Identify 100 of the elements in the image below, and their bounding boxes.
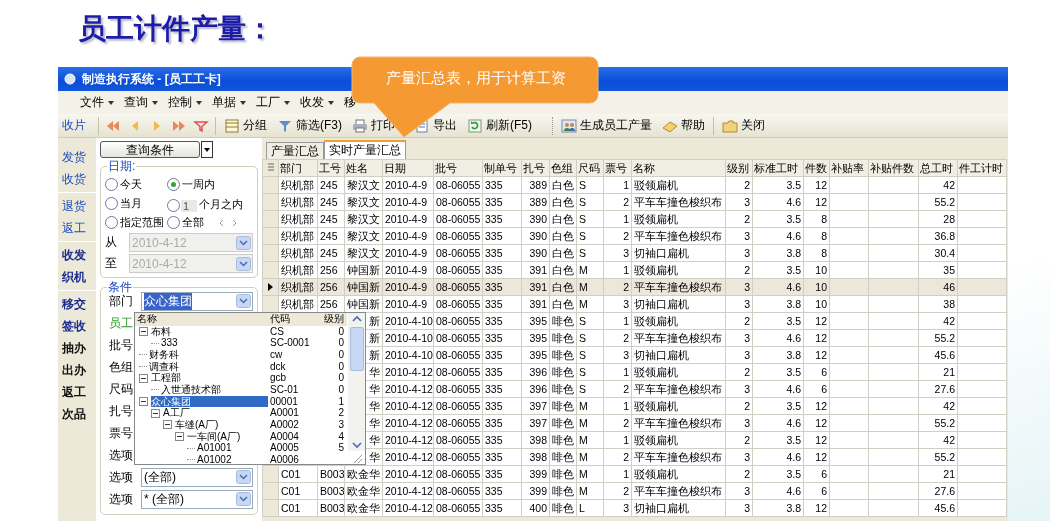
scroll-down-icon[interactable] [349,439,364,451]
table-cell: 28 [918,210,958,228]
column-header[interactable]: 批号 [433,159,483,177]
sidebar-link[interactable]: 收发 [58,244,96,266]
column-header[interactable]: 总工时 [918,159,958,177]
sidebar-link[interactable]: 移交 [58,293,96,315]
tree-item[interactable]: A工厂 A0001 2 [135,407,347,419]
sidebar-link[interactable]: 抽办 [58,337,96,359]
dropdown-button[interactable] [201,141,213,158]
scrollbar-thumb[interactable] [349,327,364,371]
toolbar-button[interactable]: 关闭 [720,116,767,135]
tree-item[interactable]: 工程部 gcb 0 [135,372,347,384]
tree-item[interactable]: 333 SC-0001 0 [135,337,347,349]
tree-item[interactable]: 众心集团 00001 1 [135,395,347,408]
query-button[interactable]: 查询条件 [100,141,200,158]
resize-grip-icon[interactable] [351,452,363,464]
menu-item[interactable]: 控制 [168,94,202,111]
radio-button[interactable] [105,216,118,229]
tree-item[interactable]: A01001 A0005 5 [135,442,347,455]
tree-item[interactable]: 布料 CS 0 [135,325,347,338]
scrollbar[interactable] [348,313,365,451]
table-cell: 织机部 [278,210,318,228]
column-header[interactable]: 部门 [278,159,318,177]
tab[interactable]: 产量汇总 [266,142,324,159]
code-text: A0006 [269,454,300,466]
tree-toggle[interactable] [163,420,172,430]
menu-item[interactable]: 查询 [124,94,158,111]
table-cell: 平车车撞色梭织布 [631,482,726,500]
radio-button[interactable] [167,178,180,191]
tree-toggle[interactable] [151,408,160,418]
column-header[interactable]: 色组 [549,159,577,177]
table-cell: 2 [725,363,753,381]
menu-item[interactable]: 工厂 [256,94,290,111]
column-header[interactable]: 级别 [725,159,753,177]
radio-button[interactable] [167,216,180,229]
column-header[interactable]: 票号 [603,159,632,177]
table-cell: 396 [521,380,550,398]
table-cell: 啡色 [549,431,577,449]
toolbar-button[interactable]: 刷新(F5) [465,116,534,135]
column-header[interactable]: 日期 [382,159,434,177]
sidebar-link[interactable]: 收货 [58,168,96,190]
column-header[interactable]: 件数 [803,159,830,177]
tree-toggle[interactable] [175,432,184,442]
menu-item[interactable]: 文件 [80,94,114,111]
sidebar-link[interactable]: 次品 [58,403,96,425]
table-cell: 2010-4-9 [382,261,434,279]
sidebar-link[interactable]: 出办 [58,359,96,381]
toolbar-button[interactable]: 生成员工产量 [559,116,654,135]
tab[interactable]: 实时产量汇总 [324,140,406,159]
menu-item[interactable]: 单据 [212,94,246,111]
sidebar-link[interactable]: 退货 [58,195,96,217]
sidebar-link[interactable]: 返工 [58,381,96,403]
column-header[interactable]: 姓名 [344,159,383,177]
dropdown-field[interactable]: (全部) [141,467,253,487]
sidebar-link[interactable]: 返工 [58,217,96,239]
radio-button[interactable] [105,178,118,191]
table-cell: 3.5 [752,312,804,330]
tree-toggle[interactable] [139,373,148,383]
chevron-left-icon[interactable] [217,217,225,228]
column-header[interactable]: 工号 [317,159,345,177]
tree-item[interactable]: A01002 A0006 [135,454,347,466]
table-cell: 42 [918,431,958,449]
tree-item[interactable]: 财务科 cw 0 [135,348,347,361]
sidebar-link[interactable]: 织机 [58,266,96,288]
radio-button[interactable] [167,199,180,212]
radio-button[interactable] [105,197,118,210]
sidebar-link[interactable]: 发货 [58,146,96,168]
table-cell: 245 [317,210,345,228]
toolbar-button[interactable]: 筛选(F3) [275,116,344,135]
column-header[interactable]: 名称 [631,159,726,177]
field-label: 选项 [109,468,134,486]
table-cell: 399 [521,482,550,500]
column-header[interactable]: 标准工时 [752,159,804,177]
column-header[interactable]: 制单号 [482,159,522,177]
chevron-right-icon[interactable] [231,217,239,228]
menu-item[interactable]: 收发 [300,94,334,111]
column-header[interactable]: 扎号 [521,159,550,177]
column-chooser-icon[interactable] [266,161,275,172]
tree-item[interactable]: 一车间(A厂) A0004 4 [135,430,347,443]
table-cell: 335 [482,448,522,466]
tree-item[interactable]: 调查科 dck 0 [135,360,347,373]
toolbar-button[interactable]: 帮助 [660,116,707,135]
dropdown-field[interactable]: * (全部) [141,489,253,509]
number-field[interactable]: 1 [181,200,197,212]
tree-toggle[interactable] [139,326,148,336]
column-header[interactable]: 尺码 [576,159,604,177]
column-header[interactable]: 补贴率 [829,159,869,177]
table-cell: 平车车撞色梭织布 [631,414,726,432]
column-header[interactable]: 补贴件数 [868,159,919,177]
menu-item[interactable]: 移 [344,94,356,111]
tree-item[interactable]: 车缝(A厂) A0002 3 [135,419,347,431]
dropdown-field[interactable]: 众心集团 [141,291,253,311]
tree-toggle[interactable] [139,396,148,406]
tree-item[interactable]: 入世通技术部 SC-01 0 [135,383,347,396]
toolbar-button[interactable]: 分组 [222,116,269,135]
sidebar-link[interactable]: 收片 [58,117,98,134]
code-text: SC-0001 [269,337,311,349]
sidebar-link[interactable]: 签收 [58,315,96,337]
table-cell: 245 [317,227,345,245]
column-header[interactable]: 件工计时 [957,159,1007,177]
